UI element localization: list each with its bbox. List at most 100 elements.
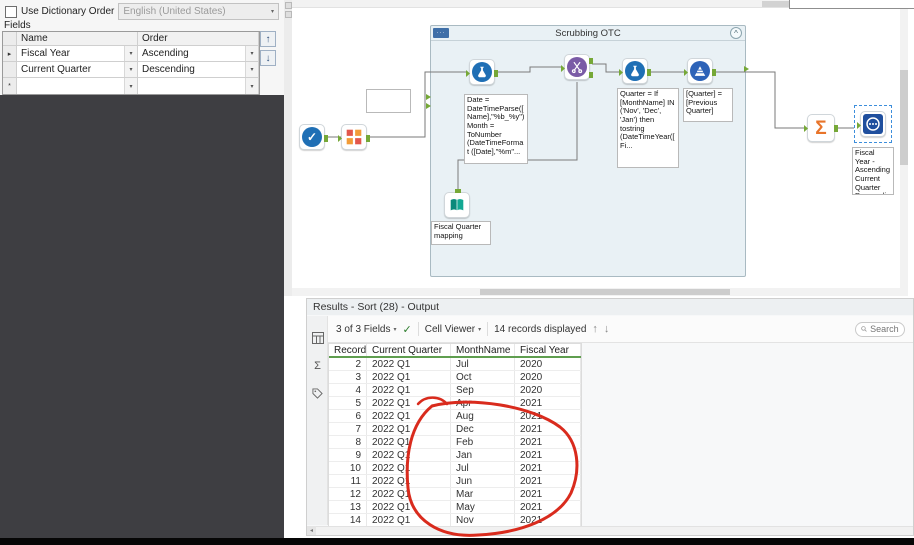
sort-field-row[interactable]: ▸ Fiscal Year ▾ Ascending ▾	[3, 46, 259, 62]
true-output-anchor	[589, 58, 593, 64]
col-header-fiscal-year[interactable]: Fiscal Year	[515, 344, 581, 356]
name-combobox[interactable]: ▾	[17, 78, 138, 94]
output-anchor	[834, 125, 838, 132]
result-row[interactable]: 2 2022 Q1 Jul 2020	[329, 358, 581, 371]
results-grid: Record Current Quarter MonthName Fiscal …	[328, 343, 582, 528]
formula-tool-2[interactable]	[619, 58, 651, 84]
multi-row-formula-tool[interactable]	[684, 58, 716, 84]
sort-config-area: Use Dictionary Order English (United Sta…	[0, 0, 284, 95]
results-search-box[interactable]	[855, 321, 905, 337]
scroll-down-button[interactable]	[285, 11, 292, 18]
scrollbar-thumb[interactable]	[900, 70, 908, 165]
result-row[interactable]: 13 2022 Q1 May 2021	[329, 501, 581, 514]
col-header-current-quarter[interactable]: Current Quarter	[367, 344, 451, 356]
order-combobox[interactable]: Ascending ▾	[138, 46, 259, 61]
lookup-book-tool[interactable]	[444, 189, 470, 218]
profile-sigma-icon[interactable]: Σ	[310, 358, 325, 373]
monthname-cell: Jul	[451, 462, 515, 474]
annotation-formula-2[interactable]: Quarter = If [MonthName] IN ('Nov', 'Dec…	[617, 88, 679, 168]
dictionary-order-row: Use Dictionary Order English (United Sta…	[5, 3, 279, 20]
current-quarter-cell: 2022 Q1	[367, 410, 451, 422]
order-combobox[interactable]: ▾	[138, 78, 259, 94]
sort-field-row[interactable]: Current Quarter ▾ Descending ▾	[3, 62, 259, 78]
sort-tool-selected[interactable]	[857, 111, 886, 137]
chevron-down-icon: ▾	[245, 46, 258, 61]
formula-flask-icon	[472, 62, 492, 82]
row-marker-header	[3, 32, 17, 45]
cell-viewer-dropdown[interactable]: Cell Viewer ▾	[425, 324, 481, 335]
sort-field-row[interactable]: * ▾ ▾	[3, 78, 259, 94]
use-dictionary-order-checkbox[interactable]	[5, 5, 17, 18]
monthname-cell: May	[451, 501, 515, 513]
transform-tool[interactable]	[338, 124, 370, 150]
check-tool-icon: ✓	[302, 127, 322, 147]
move-field-down-button[interactable]: ↓	[260, 50, 276, 66]
result-row[interactable]: 8 2022 Q1 Feb 2021	[329, 436, 581, 449]
annotation-multirow[interactable]: [Quarter] = [Previous Quarter]	[683, 88, 733, 122]
filter-tool[interactable]	[561, 54, 593, 80]
book-icon	[447, 195, 467, 215]
monthname-cell: Jan	[451, 449, 515, 461]
fields-label: Fields	[4, 20, 31, 31]
canvas-left-scrollbar[interactable]	[284, 0, 292, 296]
result-row[interactable]: 9 2022 Q1 Jan 2021	[329, 449, 581, 462]
current-quarter-cell: 2022 Q1	[367, 475, 451, 487]
scrollbar-thumb[interactable]	[480, 289, 730, 295]
table-view-icon[interactable]	[310, 330, 325, 345]
results-horizontal-scrollbar[interactable]: ◂	[307, 526, 913, 535]
result-row[interactable]: 4 2022 Q1 Sep 2020	[329, 384, 581, 397]
results-panel: Results - Sort (28) - Output Σ 3 of 3 Fi…	[306, 298, 914, 536]
name-combobox[interactable]: Current Quarter ▾	[17, 62, 138, 77]
check-tool[interactable]: ✓	[299, 124, 328, 150]
col-header-record[interactable]: Record	[329, 344, 367, 356]
tool-container-title: Scrubbing OTC	[555, 27, 621, 39]
result-row[interactable]: 12 2022 Q1 Mar 2021	[329, 488, 581, 501]
language-select-value: English (United States)	[123, 6, 226, 17]
fields-dropdown[interactable]: 3 of 3 Fields ▾	[336, 324, 397, 335]
formula-flask-icon	[625, 61, 645, 81]
metadata-tag-icon[interactable]	[310, 386, 325, 401]
result-row[interactable]: 3 2022 Q1 Oct 2020	[329, 371, 581, 384]
tool-container-header: ··· Scrubbing OTC ^	[431, 26, 745, 41]
record-cell: 6	[329, 410, 367, 422]
apply-check-icon[interactable]: ✓	[403, 323, 412, 336]
record-cell: 4	[329, 384, 367, 396]
multi-row-formula-icon	[690, 61, 710, 81]
name-combobox[interactable]: Fiscal Year ▾	[17, 46, 138, 61]
fiscal-year-cell: 2021	[515, 514, 581, 526]
combobox-value: Ascending	[142, 48, 189, 59]
fiscal-year-cell: 2021	[515, 397, 581, 409]
current-quarter-cell: 2022 Q1	[367, 436, 451, 448]
annotation-book[interactable]: Fiscal Quarter mapping	[431, 221, 491, 245]
order-combobox[interactable]: Descending ▾	[138, 62, 259, 77]
fiscal-year-cell: 2021	[515, 436, 581, 448]
language-select[interactable]: English (United States) ▾	[118, 3, 279, 20]
row-marker-cell: ▸	[3, 46, 17, 61]
result-row[interactable]: 7 2022 Q1 Dec 2021	[329, 423, 581, 436]
toolbar-separator	[417, 322, 419, 336]
annotation-sort[interactable]: Fiscal Year - Ascending Current Quarter …	[852, 147, 894, 195]
scroll-bottom-button[interactable]: ↓	[604, 323, 610, 335]
scroll-up-button[interactable]	[285, 2, 292, 9]
summarize-tool[interactable]: Σ	[804, 114, 838, 142]
monthname-cell: Dec	[451, 423, 515, 435]
result-row[interactable]: 5 2022 Q1 Apr 2021	[329, 397, 581, 410]
chevron-down-icon: ▾	[478, 326, 482, 333]
search-input[interactable]	[870, 324, 899, 334]
col-header-monthname[interactable]: MonthName	[451, 344, 515, 356]
output-anchor	[712, 69, 716, 76]
container-collapse-button[interactable]: ^	[730, 27, 742, 39]
results-toolbar: 3 of 3 Fields ▾ ✓ Cell Viewer ▾ 14 recor…	[328, 316, 913, 343]
result-row[interactable]: 11 2022 Q1 Jun 2021	[329, 475, 581, 488]
output-anchor	[494, 70, 498, 77]
scroll-top-button[interactable]: ↑	[592, 323, 598, 335]
formula-tool-1[interactable]	[466, 59, 498, 85]
move-field-up-button[interactable]: ↑	[260, 31, 276, 47]
annotation-box-partial[interactable]	[366, 89, 411, 113]
check-glyph: ✓	[306, 130, 318, 144]
row-marker-cell	[3, 62, 17, 77]
annotation-formula-1[interactable]: Date = DateTimeParse([Name],"%b_%y") Mon…	[464, 94, 528, 164]
scroll-left-button[interactable]: ◂	[307, 526, 316, 535]
result-row[interactable]: 6 2022 Q1 Aug 2021	[329, 410, 581, 423]
result-row[interactable]: 10 2022 Q1 Jul 2021	[329, 462, 581, 475]
